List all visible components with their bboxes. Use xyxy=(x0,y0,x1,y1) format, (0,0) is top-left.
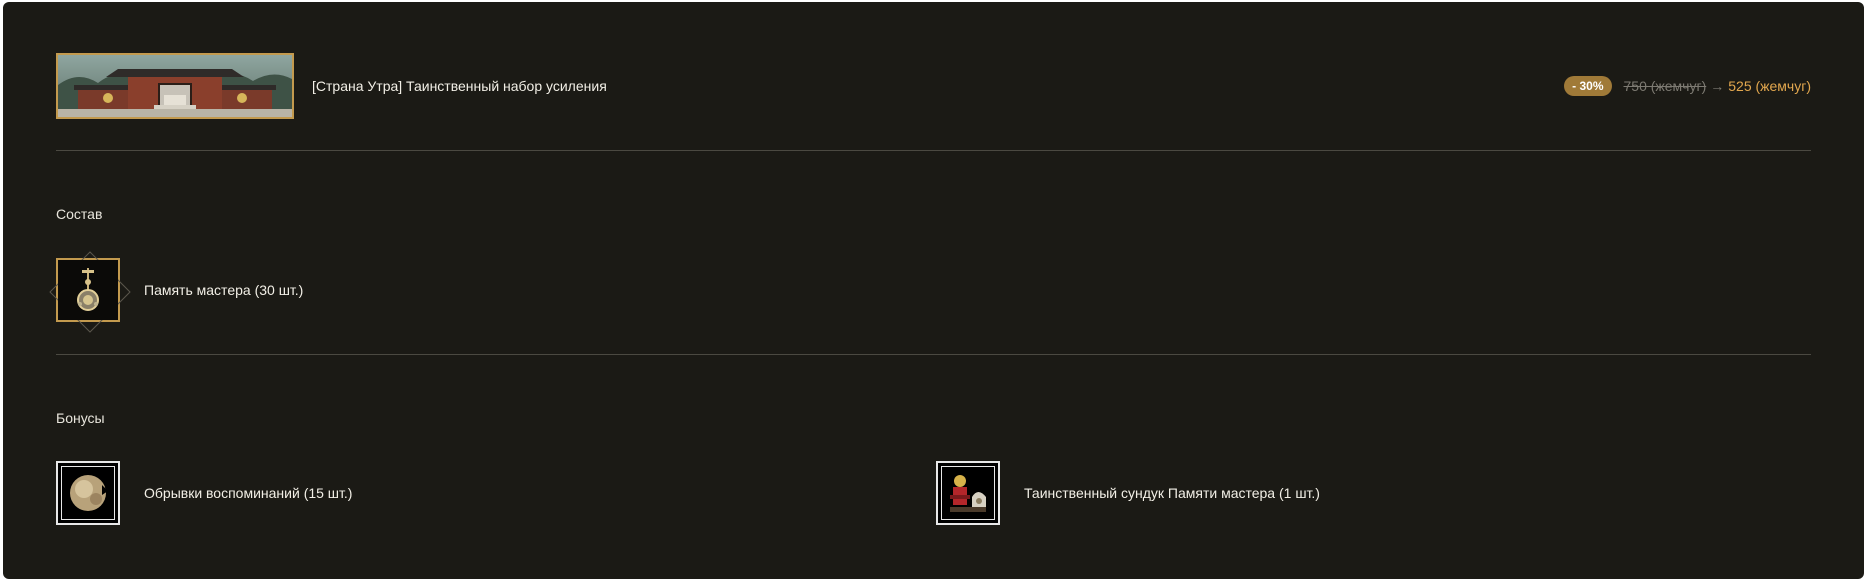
package-header: [Страна Утра] Таинственный набор усилени… xyxy=(56,53,1811,119)
composition-title: Состав xyxy=(56,206,103,222)
price-block: - 30% 750 (жемчуг) → 525 (жемчуг) xyxy=(1564,76,1811,96)
new-price: 525 (жемчуг) xyxy=(1728,78,1811,94)
package-details-panel: [Страна Утра] Таинственный набор усилени… xyxy=(3,2,1864,579)
composition-item-frame xyxy=(49,251,131,333)
package-banner-image xyxy=(56,53,294,119)
divider-middle xyxy=(56,354,1811,355)
discount-badge: - 30% xyxy=(1564,76,1612,96)
bonus-item-1-label: Обрывки воспоминаний (15 шт.) xyxy=(144,485,353,501)
composition-item: Память мастера (30 шт.) xyxy=(49,251,304,333)
mystery-chest-icon xyxy=(942,467,994,519)
pendant-icon xyxy=(58,260,118,320)
bonus-item-2-frame xyxy=(936,461,1000,525)
composition-item-label: Память мастера (30 шт.) xyxy=(144,282,304,298)
package-title: [Страна Утра] Таинственный набор усилени… xyxy=(312,78,607,94)
old-price: 750 (жемчуг) xyxy=(1623,78,1707,94)
memory-fragment-icon xyxy=(62,467,114,519)
bonuses-title: Бонусы xyxy=(56,410,105,426)
bonus-item-1-frame xyxy=(56,461,120,525)
price-arrow: → xyxy=(1710,78,1725,94)
bonus-item-2: Таинственный сундук Памяти мастера (1 шт… xyxy=(936,461,1320,525)
bonus-item-1: Обрывки воспоминаний (15 шт.) xyxy=(56,461,352,525)
divider-top xyxy=(56,150,1811,151)
bonus-item-2-label: Таинственный сундук Памяти мастера (1 шт… xyxy=(1024,485,1320,501)
